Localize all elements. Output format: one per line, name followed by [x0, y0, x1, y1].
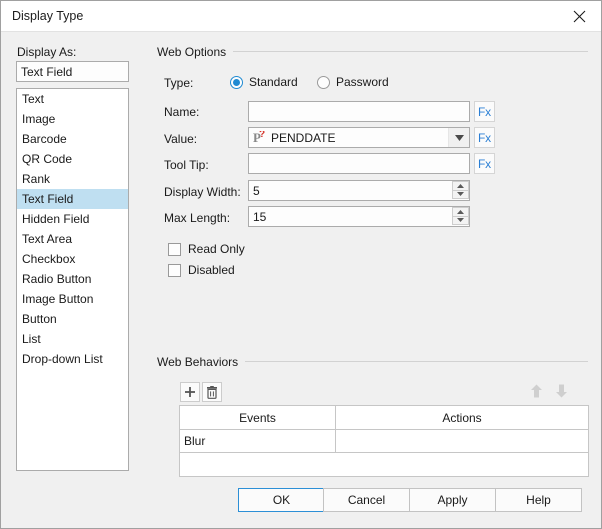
list-item[interactable]: Text [17, 89, 128, 109]
list-item[interactable]: Barcode [17, 129, 128, 149]
radio-password[interactable]: Password [317, 75, 389, 89]
disabled-checkbox[interactable]: Disabled [168, 263, 235, 277]
list-item[interactable]: Checkbox [17, 249, 128, 269]
web-options-group-line [226, 51, 588, 52]
window-title: Display Type [12, 9, 84, 23]
table-header-row: Events Actions [180, 406, 588, 430]
chevron-down-icon[interactable] [448, 128, 469, 147]
display-width-stepper[interactable] [248, 180, 470, 201]
display-as-label: Display As: [17, 45, 77, 59]
name-fx-button[interactable]: Fx [474, 101, 495, 122]
display-width-input[interactable] [248, 180, 470, 201]
spin-down-icon[interactable] [452, 216, 469, 225]
radio-standard[interactable]: Standard [230, 75, 298, 89]
value-combobox-text: PENDDATE [271, 130, 336, 145]
value-label: Value: [164, 132, 198, 146]
radio-standard-indicator [230, 75, 243, 89]
table-cell-event[interactable]: Blur [180, 430, 336, 452]
radio-standard-label: Standard [249, 75, 298, 89]
disabled-label: Disabled [188, 263, 235, 277]
list-item[interactable]: Image Button [17, 289, 128, 309]
web-options-group-title: Web Options [157, 45, 234, 59]
web-behaviors-group-title: Web Behaviors [157, 355, 246, 369]
radio-password-indicator [317, 75, 330, 89]
apply-button[interactable]: Apply [409, 488, 496, 512]
arrow-up-icon [530, 384, 542, 398]
name-input[interactable] [248, 101, 470, 122]
type-label: Type: [164, 76, 194, 90]
table-row[interactable]: Blur [180, 430, 588, 453]
list-item[interactable]: Drop-down List [17, 349, 128, 369]
cancel-button[interactable]: Cancel [323, 488, 410, 512]
value-combobox[interactable]: P? PENDDATE [248, 127, 470, 148]
title-bar: Display Type [1, 1, 601, 32]
disabled-checkbox-box [168, 263, 181, 277]
radio-password-label: Password [336, 75, 389, 89]
move-up-button[interactable] [527, 382, 545, 400]
ok-button[interactable]: OK [238, 488, 325, 512]
column-header-actions: Actions [442, 410, 482, 425]
list-item[interactable]: Button [17, 309, 128, 329]
display-width-spin-buttons[interactable] [452, 181, 469, 199]
value-fx-button[interactable]: Fx [474, 127, 495, 148]
trash-icon [207, 385, 217, 399]
read-only-checkbox[interactable]: Read Only [168, 242, 245, 256]
arrow-down-icon [555, 384, 567, 398]
value-combobox-content: P? PENDDATE [249, 131, 448, 145]
table-empty-row[interactable] [180, 453, 588, 478]
table-body: Blur [180, 430, 588, 453]
display-type-dialog: Display Type Display As: TextImageBarcod… [0, 0, 602, 529]
list-item[interactable]: Text Field [17, 189, 128, 209]
column-header-events: Events [180, 406, 336, 429]
display-width-label: Display Width: [164, 185, 241, 199]
tool-tip-fx-button[interactable]: Fx [474, 153, 495, 174]
parameter-icon: P? [253, 130, 266, 145]
display-as-input[interactable] [16, 61, 129, 82]
list-item[interactable]: List [17, 329, 128, 349]
help-button[interactable]: Help [495, 488, 582, 512]
table-cell-action[interactable] [336, 430, 588, 452]
spin-up-icon[interactable] [452, 207, 469, 217]
plus-icon [185, 387, 195, 397]
list-item[interactable]: Radio Button [17, 269, 128, 289]
read-only-label: Read Only [188, 242, 245, 256]
list-item[interactable]: Image [17, 109, 128, 129]
list-item[interactable]: Text Area [17, 229, 128, 249]
close-icon[interactable] [557, 1, 601, 31]
max-length-spin-buttons[interactable] [452, 207, 469, 225]
max-length-label: Max Length: [164, 211, 231, 225]
name-label: Name: [164, 105, 200, 119]
list-item[interactable]: Rank [17, 169, 128, 189]
read-only-checkbox-box [168, 242, 181, 256]
list-item[interactable]: Hidden Field [17, 209, 128, 229]
web-behaviors-table[interactable]: Events Actions Blur [179, 405, 589, 477]
display-as-listbox[interactable]: Text Image Barcode QR Code Rank Text Field Hid… [16, 88, 129, 471]
tool-tip-label: Tool Tip: [164, 158, 209, 172]
max-length-input[interactable] [248, 206, 470, 227]
web-behaviors-group-line [241, 361, 588, 362]
spin-down-icon[interactable] [452, 190, 469, 199]
tool-tip-input[interactable] [248, 153, 470, 174]
list-item[interactable]: QR Code [17, 149, 128, 169]
max-length-stepper[interactable] [248, 206, 470, 227]
delete-behavior-button[interactable] [202, 382, 222, 402]
spin-up-icon[interactable] [452, 181, 469, 191]
add-behavior-button[interactable] [180, 382, 200, 402]
move-down-button[interactable] [552, 382, 570, 400]
